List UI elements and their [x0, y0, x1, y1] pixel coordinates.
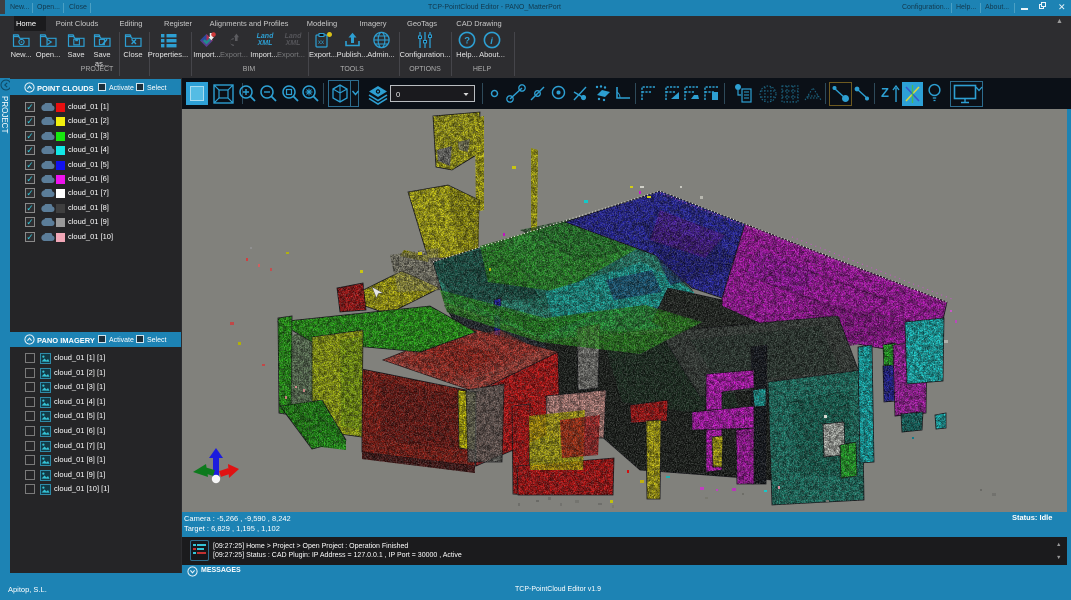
- svg-text:xx: xx: [318, 40, 324, 46]
- svg-text:i: i: [490, 36, 493, 47]
- svg-text:?: ?: [464, 35, 470, 46]
